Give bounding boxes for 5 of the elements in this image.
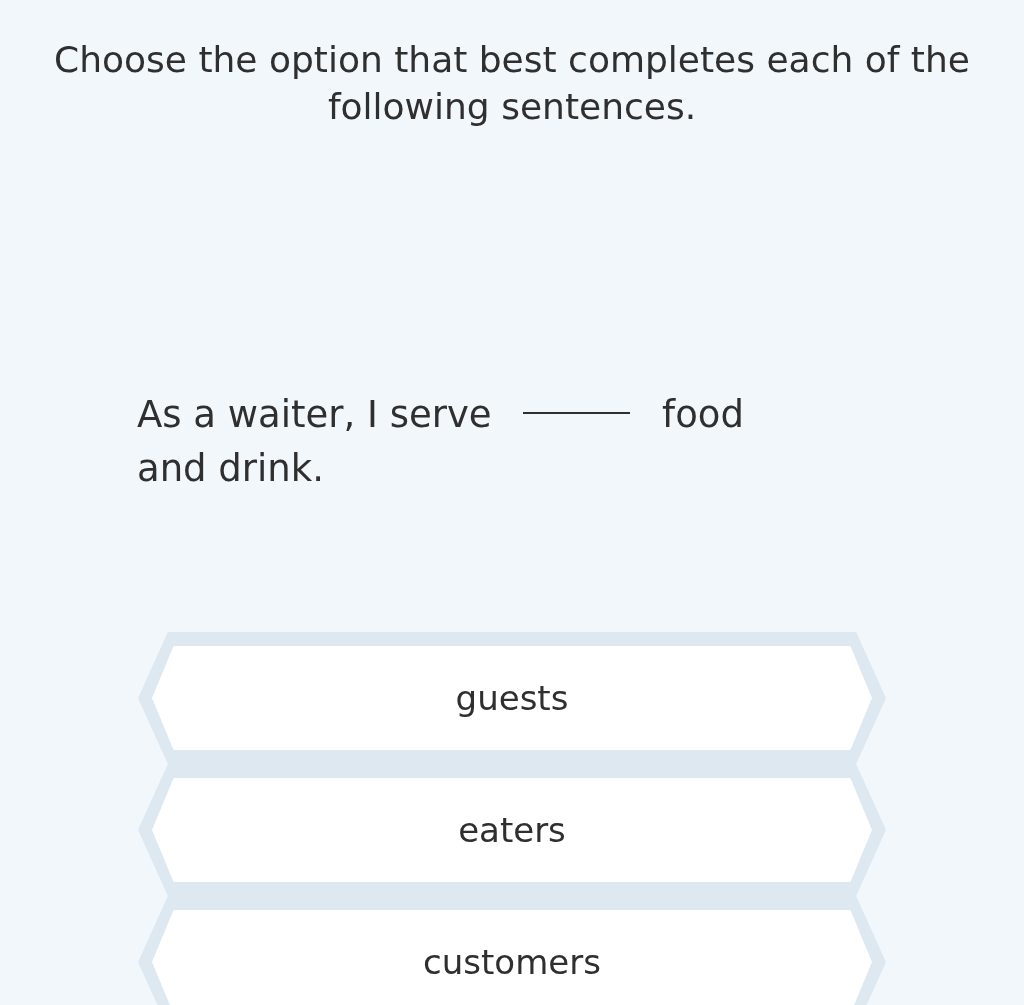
instruction-text: Choose the option that best completes each of the following sentences. (53, 38, 971, 129)
answer-option[interactable]: customers (138, 896, 886, 1005)
answer-option[interactable]: guests (138, 632, 886, 764)
question-sentence: As a waiter, I serve food and drink. (137, 392, 745, 492)
answer-option[interactable]: eaters (138, 764, 886, 896)
